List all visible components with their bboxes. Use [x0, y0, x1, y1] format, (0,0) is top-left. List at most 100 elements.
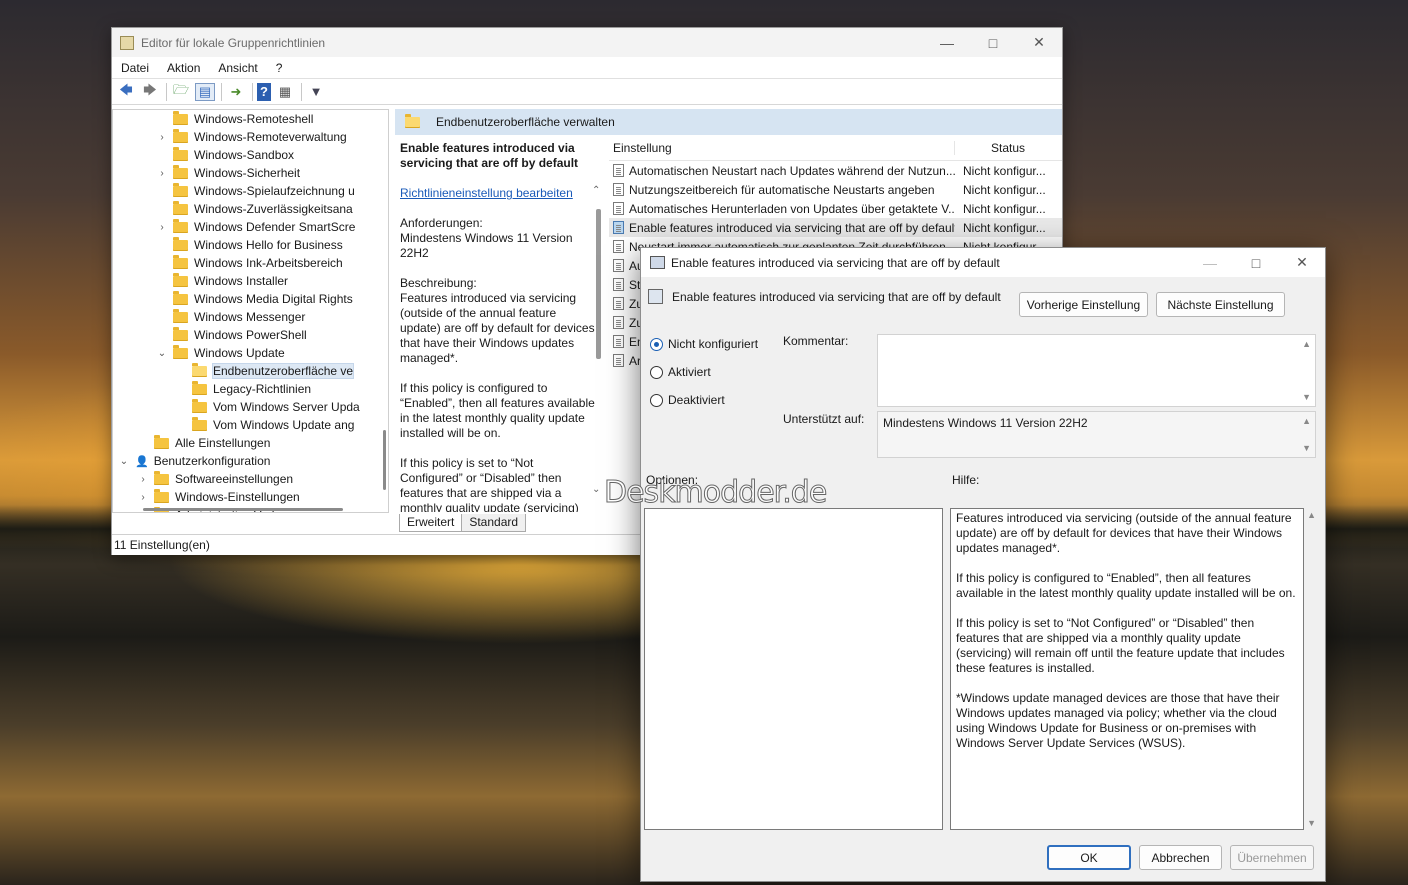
folder-icon — [173, 146, 188, 161]
scroll-up-icon[interactable]: ▲ — [1302, 339, 1311, 349]
tree-item[interactable]: Vom Windows Update ang — [113, 416, 388, 434]
filter-icon[interactable]: ▼ — [306, 83, 326, 101]
tree-item[interactable]: › Softwareeinstellungen — [113, 470, 388, 488]
dialog-minimize-icon[interactable]: — — [1187, 248, 1233, 277]
chevron-down-icon[interactable]: ⌄ — [119, 456, 129, 467]
scroll-up-icon[interactable]: ⌃ — [592, 185, 600, 196]
tree-item[interactable]: Windows-Spielaufzeichnung u — [113, 182, 388, 200]
tab-erweitert[interactable]: Erweitert — [399, 514, 463, 532]
help-icon[interactable]: ? — [257, 82, 271, 101]
menu-aktion[interactable]: Aktion — [158, 61, 209, 75]
policy-name-row: Enable features introduced via servicing… — [648, 289, 1001, 304]
edit-policy-link[interactable]: Richtlinieneinstellung bearbeiten — [400, 186, 573, 200]
menu-ansicht[interactable]: Ansicht — [209, 61, 266, 75]
ok-button[interactable]: OK — [1047, 845, 1131, 870]
tree-item[interactable]: ⌄ 👤 Benutzerkonfiguration — [113, 452, 388, 470]
folder-icon — [173, 308, 188, 323]
tree-item[interactable]: Endbenutzeroberfläche ve — [113, 362, 388, 380]
policy-document-icon — [613, 163, 624, 177]
tree-item[interactable]: Windows Media Digital Rights — [113, 290, 388, 308]
comment-field[interactable]: ▲ ▼ — [877, 334, 1316, 407]
policy-document-icon — [613, 239, 624, 253]
column-status[interactable]: Status — [955, 141, 1025, 155]
scroll-down-icon[interactable]: ▼ — [1302, 392, 1311, 402]
setting-row[interactable]: Nutzungszeitbereich für automatische Neu… — [609, 180, 1062, 199]
minimize-icon[interactable]: — — [924, 28, 970, 57]
up-folder-icon[interactable]: 🗁 — [171, 82, 191, 101]
tree-item-label: Windows-Spielaufzeichnung u — [194, 184, 355, 198]
tree-hscrollbar[interactable] — [143, 508, 343, 511]
cancel-button[interactable]: Abbrechen — [1139, 845, 1222, 870]
radio-enabled[interactable]: Aktiviert — [650, 365, 711, 379]
radio-not-configured[interactable]: Nicht konfiguriert — [650, 337, 758, 351]
tree-scrollbar[interactable] — [381, 110, 387, 512]
scroll-down-icon[interactable]: ▼ — [1302, 443, 1311, 453]
policy-document-icon — [613, 201, 624, 215]
help-text: Features introduced via servicing (outsi… — [951, 509, 1303, 768]
menu-help[interactable]: ? — [267, 61, 292, 75]
tree-item[interactable]: Windows Installer — [113, 272, 388, 290]
setting-status: Nicht konfigur... — [963, 201, 1046, 216]
tree-item[interactable]: Windows-Sandbox — [113, 146, 388, 164]
chevron-right-icon[interactable]: › — [157, 222, 167, 233]
tree-item[interactable]: ⌄ Windows Update — [113, 344, 388, 362]
show-hide-tree-icon[interactable]: ▤ — [195, 82, 215, 101]
previous-setting-button[interactable]: Vorherige Einstellung — [1019, 292, 1148, 317]
description-scrollbar[interactable]: ⌃ ⌄ — [591, 185, 605, 495]
help-scrollbar[interactable]: ▲ ▼ — [1306, 508, 1320, 830]
tree-item[interactable]: › Windows-Sicherheit — [113, 164, 388, 182]
scroll-down-icon[interactable]: ⌄ — [592, 484, 600, 495]
column-einstellung[interactable]: Einstellung — [609, 140, 955, 155]
radio-dot[interactable] — [650, 393, 663, 407]
dialog-maximize-icon[interactable]: □ — [1233, 248, 1279, 277]
tree-item[interactable]: Legacy-Richtlinien — [113, 380, 388, 398]
tree-item[interactable]: › Windows-Remoteverwaltung — [113, 128, 388, 146]
tree-item[interactable]: Windows Hello for Business — [113, 236, 388, 254]
radio-dot[interactable] — [650, 365, 663, 379]
scroll-down-icon[interactable]: ▼ — [1307, 818, 1316, 828]
detail-header: Endbenutzeroberfläche verwalten — [395, 109, 1062, 135]
chevron-right-icon[interactable]: › — [138, 474, 148, 485]
tree-item[interactable]: Alle Einstellungen — [113, 434, 388, 452]
chevron-right-icon[interactable]: › — [157, 132, 167, 143]
description-p1: Features introduced via servicing (outsi… — [400, 291, 595, 365]
app-icon — [120, 35, 134, 50]
scroll-up-icon[interactable]: ▲ — [1302, 416, 1311, 426]
tree-item-label: Windows-Einstellungen — [175, 490, 300, 504]
back-arrow-icon[interactable]: 🡄 — [116, 82, 136, 101]
gpedit-titlebar[interactable]: Editor für lokale Gruppenrichtlinien — □… — [112, 28, 1062, 57]
tab-standard[interactable]: Standard — [461, 514, 527, 532]
tree-item[interactable]: Windows Ink-Arbeitsbereich — [113, 254, 388, 272]
radio-dot[interactable] — [650, 337, 663, 351]
tree-item[interactable]: Windows PowerShell — [113, 326, 388, 344]
apply-button[interactable]: Übernehmen — [1230, 845, 1314, 870]
policy-document-icon — [613, 182, 624, 196]
tree-item[interactable]: Windows-Remoteshell — [113, 110, 388, 128]
tree-item[interactable]: › Windows Defender SmartScre — [113, 218, 388, 236]
next-setting-button[interactable]: Nächste Einstellung — [1156, 292, 1285, 317]
scroll-up-icon[interactable]: ▲ — [1307, 510, 1316, 520]
chevron-right-icon[interactable]: › — [138, 492, 148, 503]
supported-field: Mindestens Windows 11 Version 22H2 ▲ ▼ — [877, 411, 1316, 458]
setting-row[interactable]: Automatisches Herunterladen von Updates … — [609, 199, 1062, 218]
close-icon[interactable]: ✕ — [1016, 28, 1062, 57]
tree-item[interactable]: › Windows-Einstellungen — [113, 488, 388, 506]
chevron-down-icon[interactable]: ⌄ — [157, 348, 167, 359]
dialog-titlebar[interactable]: Enable features introduced via servicing… — [641, 248, 1325, 277]
description-pane: Enable features introduced via servicing… — [395, 135, 605, 512]
detail-header-title: Endbenutzeroberfläche verwalten — [436, 115, 615, 129]
maximize-icon[interactable]: □ — [970, 28, 1016, 57]
radio-disabled[interactable]: Deaktiviert — [650, 393, 725, 407]
tree-item[interactable]: Windows Messenger — [113, 308, 388, 326]
setting-row[interactable]: Enable features introduced via servicing… — [609, 218, 1062, 237]
description-heading: Enable features introduced via servicing… — [400, 141, 579, 170]
properties-icon[interactable]: ▦ — [275, 83, 295, 101]
tree-item[interactable]: Vom Windows Server Upda — [113, 398, 388, 416]
dialog-close-icon[interactable]: ✕ — [1279, 248, 1325, 277]
tree-item[interactable]: Windows-Zuverlässigkeitsana — [113, 200, 388, 218]
export-list-icon[interactable]: ➜ — [226, 83, 246, 101]
setting-row[interactable]: Automatischen Neustart nach Updates währ… — [609, 161, 1062, 180]
forward-arrow-icon[interactable]: 🡆 — [140, 82, 160, 101]
menu-datei[interactable]: Datei — [112, 61, 158, 75]
chevron-right-icon[interactable]: › — [157, 168, 167, 179]
